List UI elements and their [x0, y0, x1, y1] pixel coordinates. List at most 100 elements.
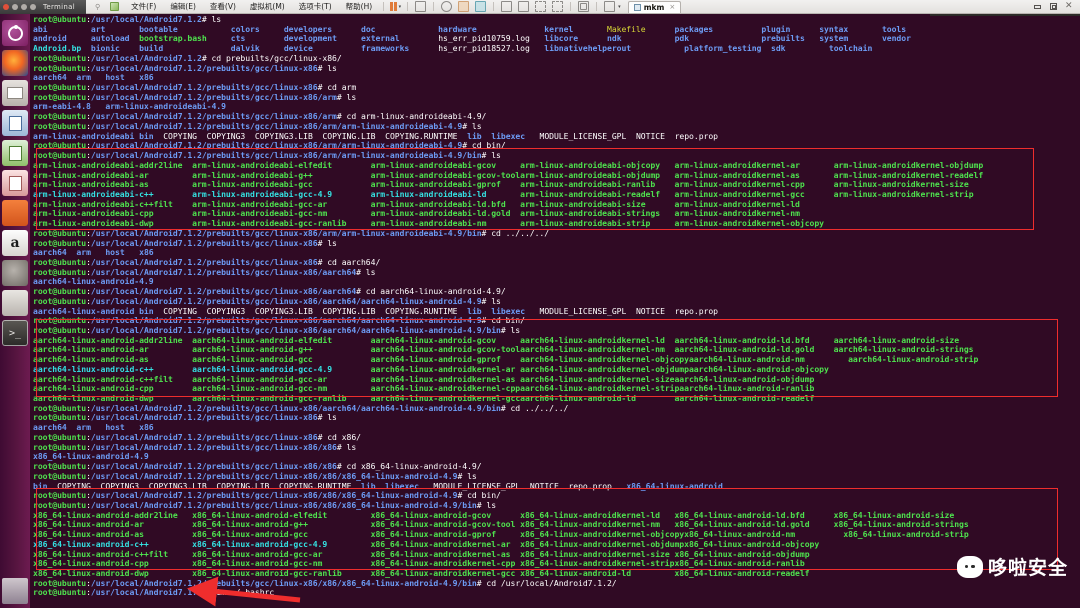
- dir-entry: x86_64-linux-android-c++filt: [33, 548, 169, 559]
- launcher-item-trash[interactable]: [2, 578, 28, 604]
- terminal-window[interactable]: root@ubuntu:/usr/local/Android7.1.2# ls a…: [30, 14, 1080, 608]
- close-window-dot[interactable]: [3, 3, 9, 10]
- launcher-item-terminal[interactable]: >_: [2, 320, 28, 346]
- dir-entry: abi: [33, 23, 48, 34]
- dir-entry: doc: [361, 23, 376, 34]
- manage-snapshots-icon[interactable]: [475, 1, 487, 12]
- launcher-item-help[interactable]: [2, 290, 28, 316]
- show-thumbnail-icon[interactable]: [518, 1, 530, 12]
- dir-entry: x86_64-linux-androidkernel-ar: [370, 538, 511, 549]
- show-library-icon[interactable]: [501, 1, 513, 12]
- chevron-down-icon[interactable]: ▾: [399, 4, 402, 10]
- dir-entry: arm-linux-androideabi-c++filt: [33, 198, 173, 209]
- prompt-path: /usr/local/Android7.1.2: [90, 14, 202, 24]
- dir-entry: arm-linux-androideabi-nm: [370, 218, 487, 229]
- dir-entry: aarch64-linux-android-elfedit: [192, 334, 333, 345]
- dir-entry: x86_64-linux-android-readelf: [674, 567, 810, 578]
- close-button[interactable]: ✕: [1065, 2, 1074, 11]
- menu-edit[interactable]: 编辑(E): [163, 1, 203, 12]
- menu-vm[interactable]: 虚拟机(M): [243, 1, 292, 12]
- dir-entry: aarch64-linux-android-gcov: [370, 334, 497, 345]
- prompt-path: /usr/local/Android7.1.2/prebuilts/gcc/li…: [90, 490, 458, 501]
- dir-entry: arm-linux-androideabi-ld.gold: [370, 208, 511, 219]
- menu-bar: ⚲ 文件(F) 编辑(E) 查看(V) 虚拟机(M) 选项卡(T) 帮助(H) …: [86, 0, 682, 13]
- vm-tab-mkm[interactable]: mkm ×: [627, 0, 682, 13]
- prompt-path: /usr/local/Android7.1.2/prebuilts/gcc/li…: [90, 470, 458, 481]
- dir-entry: arm-linux-androideabi-cpp: [33, 208, 154, 219]
- unity-mode-icon[interactable]: [552, 1, 564, 12]
- terminal-prompt-line: root@ubuntu:/usr/local/Android7.1.2/preb…: [33, 62, 337, 73]
- dir-entry: x86_64-linux-android-4.9: [33, 451, 149, 462]
- prompt-command: # cd /usr/local/Android7.1.2/: [476, 577, 617, 588]
- vmware-titlebar: Terminal ⚲ 文件(F) 编辑(E) 查看(V) 虚拟机(M) 选项卡(…: [0, 0, 1080, 14]
- prompt-user: root@ubuntu: [33, 140, 87, 151]
- prompt-command: # cd ../../../: [481, 227, 550, 238]
- prompt-command: # cd arm: [317, 82, 357, 93]
- prompt-user: root@ubuntu: [33, 111, 87, 122]
- dir-entry: arm-linux-androidkernel-objdump: [833, 159, 984, 170]
- dir-entry: aarch64-linux-android-addr2line: [33, 334, 183, 345]
- dir-entry: x86_64-linux-android-ld.bfd: [674, 509, 805, 520]
- dir-entry: aarch64: [33, 422, 67, 433]
- dir-entry: x86_64-linux-android-objcopy: [684, 538, 820, 549]
- dir-entry: x86_64-linux-android: [626, 480, 723, 491]
- launcher-item-libreoffice-calc[interactable]: [2, 140, 28, 166]
- prompt-user: root@ubuntu: [33, 150, 87, 161]
- prompt-user: root@ubuntu: [33, 577, 87, 588]
- prompt-user: root@ubuntu: [33, 14, 87, 24]
- launcher-item-ubuntu-dash[interactable]: [2, 20, 28, 46]
- minimize-window-dot[interactable]: [12, 3, 18, 10]
- prompt-command: # ls: [462, 120, 482, 131]
- dir-entry: x86_64-linux-androidkernel-as: [370, 548, 511, 559]
- dir-entry: x86_64-linux-android-c++: [33, 538, 149, 549]
- dir-entry: android: [33, 33, 67, 44]
- launcher-item-libreoffice-writer[interactable]: [2, 110, 28, 136]
- pin-icon[interactable]: ⚲: [90, 3, 105, 11]
- prompt-path: /usr/local/Android7.1.2/prebuilts/gcc/li…: [90, 431, 318, 442]
- dir-entry: arm-linux-androidkernel-readelf: [833, 169, 984, 180]
- snapshot-history-icon[interactable]: [441, 1, 453, 12]
- dir-entry: x86_64-linux-android-ld.gold: [674, 519, 810, 530]
- chevron-down-icon[interactable]: ▾: [618, 4, 621, 10]
- restore-window-dot[interactable]: [30, 3, 36, 10]
- vm-library-icon[interactable]: [110, 2, 120, 11]
- prompt-user: root@ubuntu: [33, 295, 87, 306]
- dir-entry: x86_64-linux-androidkernel-strip: [520, 558, 675, 569]
- take-snapshot-icon[interactable]: [458, 1, 470, 12]
- dir-entry: x86_64-linux-android-as: [33, 529, 144, 540]
- prompt-path: /usr/local/Android7.1.2/prebuilts/gcc/li…: [90, 120, 463, 131]
- minimize-button[interactable]: [1033, 2, 1042, 11]
- prompt-path: /usr/local/Android7.1.2/prebuilts/gcc/li…: [90, 577, 477, 588]
- maximize-button[interactable]: [1049, 2, 1058, 11]
- stretch-guest-icon[interactable]: [604, 1, 616, 12]
- dir-entry: ndk: [607, 33, 622, 44]
- dir-entry: aarch64-linux-android-readelf: [674, 393, 815, 404]
- launcher-item-libreoffice-impress[interactable]: [2, 170, 28, 196]
- fullscreen-icon[interactable]: [535, 1, 547, 12]
- menu-view[interactable]: 查看(V): [203, 1, 243, 12]
- dir-entry: COPYING.RUNTIME: [385, 305, 458, 316]
- menu-file[interactable]: 文件(F): [124, 1, 163, 12]
- dir-entry: x86_64-linux-androidkernel-ld: [520, 509, 660, 520]
- menu-tabs[interactable]: 选项卡(T): [292, 1, 339, 12]
- close-icon[interactable]: ×: [669, 3, 675, 11]
- launcher-item-system-settings[interactable]: [2, 260, 28, 286]
- dir-entry: aarch64-linux-android-4.9: [33, 276, 154, 287]
- dir-entry: lib: [467, 130, 482, 141]
- launcher-item-firefox[interactable]: [2, 50, 28, 76]
- dir-entry: aarch64-linux-androidkernel-ld: [520, 334, 665, 345]
- prompt-path: /usr/local/Android7.1.2/prebuilts/gcc/li…: [90, 461, 337, 472]
- prompt-user: root@ubuntu: [33, 120, 87, 131]
- power-button[interactable]: [415, 1, 427, 12]
- maximize-window-dot[interactable]: [21, 3, 27, 10]
- prompt-user: root@ubuntu: [33, 587, 87, 598]
- launcher-item-ubuntu-software[interactable]: [2, 200, 28, 226]
- prompt-user: root@ubuntu: [33, 52, 87, 63]
- launcher-item-amazon[interactable]: a: [2, 230, 28, 256]
- launcher-item-files[interactable]: [2, 80, 28, 106]
- dir-entry: COPYING.RUNTIME: [279, 480, 352, 491]
- suspend-button[interactable]: [390, 2, 397, 11]
- console-view-icon[interactable]: [578, 1, 590, 12]
- dir-entry: hardware: [438, 23, 477, 34]
- menu-help[interactable]: 帮助(H): [339, 1, 380, 12]
